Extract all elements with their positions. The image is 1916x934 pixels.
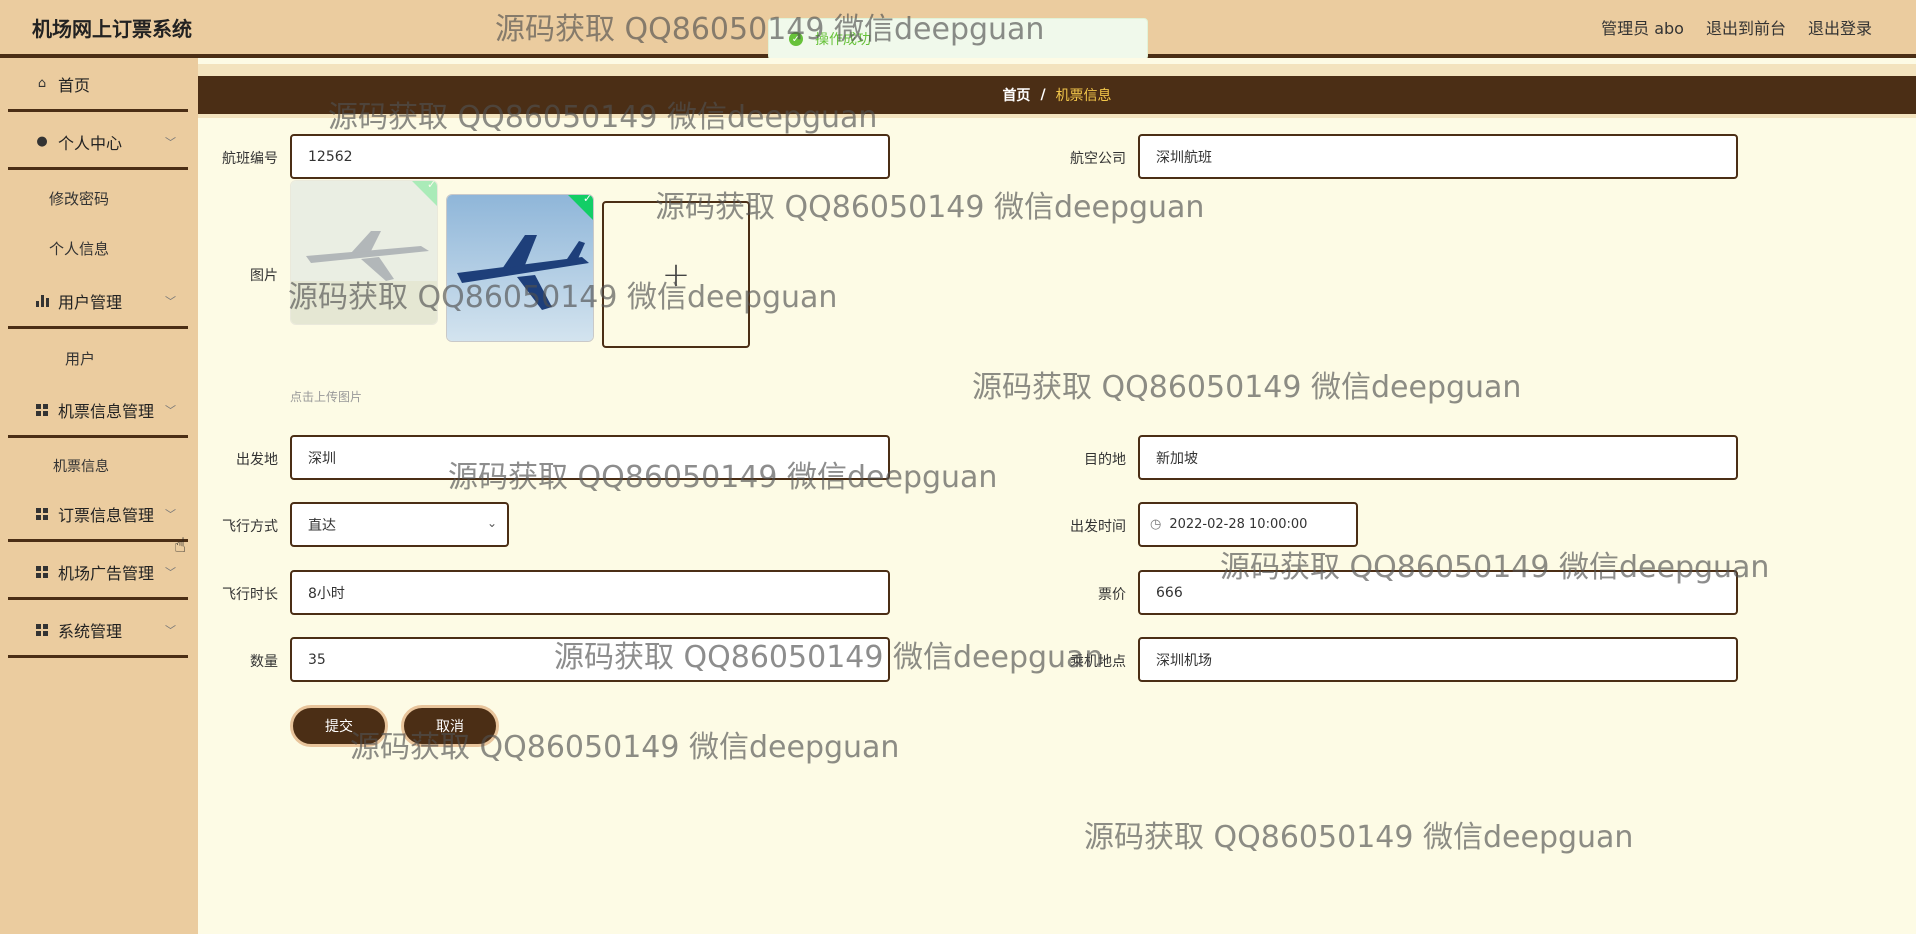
plus-icon: + (661, 254, 691, 295)
flight-no-input[interactable]: 12562 (290, 134, 890, 179)
sidebar-item-personal-center[interactable]: ● 个人中心 ﹀ (8, 116, 188, 170)
uploaded-image-1[interactable]: ✓ (290, 180, 438, 325)
chevron-down-icon: ﹀ (165, 136, 176, 149)
grid-icon (34, 565, 50, 578)
hand-cursor-icon: ☝ (174, 533, 187, 557)
grid-icon (34, 623, 50, 636)
sidebar-item-change-password[interactable]: 修改密码 (49, 188, 109, 209)
bar-chart-icon (34, 294, 50, 307)
check-circle-icon: ✓ (789, 32, 803, 46)
sidebar-item-label: 首页 (58, 75, 91, 95)
flight-no-label: 航班编号 (222, 151, 278, 167)
airplane-image-icon (291, 181, 437, 324)
sidebar-item-ad-management[interactable]: 机场广告管理 ﹀ (8, 546, 188, 600)
airplane-image-icon (447, 195, 593, 341)
price-label: 票价 (1098, 587, 1126, 603)
upload-image-button[interactable]: + (602, 201, 750, 348)
boarding-label: 乘机地点 (1070, 654, 1126, 670)
breadcrumb-current: 机票信息 (1055, 88, 1112, 104)
image-label: 图片 (250, 268, 278, 284)
upload-tip: 点击上传图片 (290, 390, 363, 404)
price-input[interactable]: 666 (1138, 570, 1738, 615)
sidebar-item-label: 个人中心 (58, 133, 123, 153)
admin-label: 管理员 abo (1601, 19, 1684, 38)
sidebar-item-ticket-info[interactable]: 机票信息 (53, 456, 109, 476)
success-toast: ✓ 操作成功 (768, 18, 1148, 60)
duration-label: 飞行时长 (222, 587, 278, 603)
flight-mode-label: 飞行方式 (222, 519, 278, 535)
breadcrumb-separator: / (1040, 87, 1046, 103)
sidebar-item-label: 机场广告管理 (58, 563, 155, 583)
sidebar-item-personal-info[interactable]: 个人信息 (49, 238, 109, 259)
sidebar: ⌂ 首页 ● 个人中心 ﹀ 修改密码 个人信息 用户管理 ﹀ 用户 机票信息管理… (0, 58, 198, 934)
sidebar-item-label: 机票信息管理 (58, 401, 155, 421)
cancel-button[interactable]: 取消 (401, 705, 499, 747)
flight-mode-value: 直达 (308, 517, 336, 534)
chevron-down-icon: ﹀ (165, 508, 176, 521)
destination-input[interactable]: 新加坡 (1138, 435, 1738, 480)
uploaded-image-2[interactable]: ✓ (446, 194, 594, 342)
main-content: 首页 / 机票信息 (198, 58, 1916, 934)
quantity-label: 数量 (250, 654, 278, 670)
sidebar-item-user[interactable]: 用户 (65, 348, 95, 369)
sidebar-item-home[interactable]: ⌂ 首页 (8, 58, 188, 112)
boarding-input[interactable]: 深圳机场 (1138, 637, 1738, 682)
grid-icon (34, 507, 50, 520)
depart-time-value: 2022-02-28 10:00:00 (1169, 517, 1308, 532)
flight-mode-select[interactable]: 直达 ⌄ (290, 502, 509, 547)
sidebar-item-label: 系统管理 (58, 621, 123, 641)
chevron-down-icon: ﹀ (165, 566, 176, 579)
logout-link[interactable]: 退出登录 (1808, 15, 1872, 39)
chevron-down-icon: ﹀ (165, 295, 176, 308)
airline-input[interactable]: 深圳航班 (1138, 134, 1738, 179)
depart-time-label: 出发时间 (1070, 519, 1126, 535)
top-links: 管理员 abo 退出到前台 退出登录 (1601, 15, 1872, 39)
sidebar-item-system-management[interactable]: 系统管理 ﹀ (8, 604, 188, 658)
sidebar-item-label: 订票信息管理 (58, 505, 155, 525)
sidebar-item-label: 用户管理 (58, 292, 123, 312)
home-icon: ⌂ (37, 76, 47, 91)
destination-label: 目的地 (1084, 452, 1126, 468)
clock-icon: ◷ (1150, 517, 1162, 532)
departure-label: 出发地 (236, 452, 278, 468)
airline-label: 航空公司 (1070, 151, 1126, 167)
user-icon: ● (36, 134, 48, 149)
chevron-down-icon: ﹀ (165, 624, 176, 637)
grid-icon (34, 403, 50, 416)
chevron-down-icon: ﹀ (165, 404, 176, 417)
sidebar-item-ticket-management[interactable]: 机票信息管理 ﹀ (8, 384, 188, 438)
sidebar-item-user-management[interactable]: 用户管理 ﹀ (8, 275, 188, 329)
submit-button[interactable]: 提交 (290, 705, 388, 747)
exit-to-frontend-link[interactable]: 退出到前台 (1706, 15, 1786, 39)
toast-message: 操作成功 (815, 32, 871, 48)
breadcrumb-home[interactable]: 首页 (1002, 85, 1030, 105)
chevron-down-icon: ⌄ (486, 516, 497, 530)
breadcrumb: 首页 / 机票信息 (198, 76, 1916, 114)
quantity-input[interactable]: 35 (290, 637, 890, 682)
duration-input[interactable]: 8小时 (290, 570, 890, 615)
depart-time-picker[interactable]: ◷ 2022-02-28 10:00:00 (1138, 502, 1358, 547)
sidebar-item-order-management[interactable]: 订票信息管理 ﹀ (8, 488, 188, 542)
app-title: 机场网上订票系统 (32, 17, 192, 41)
departure-input[interactable]: 深圳 (290, 435, 890, 480)
